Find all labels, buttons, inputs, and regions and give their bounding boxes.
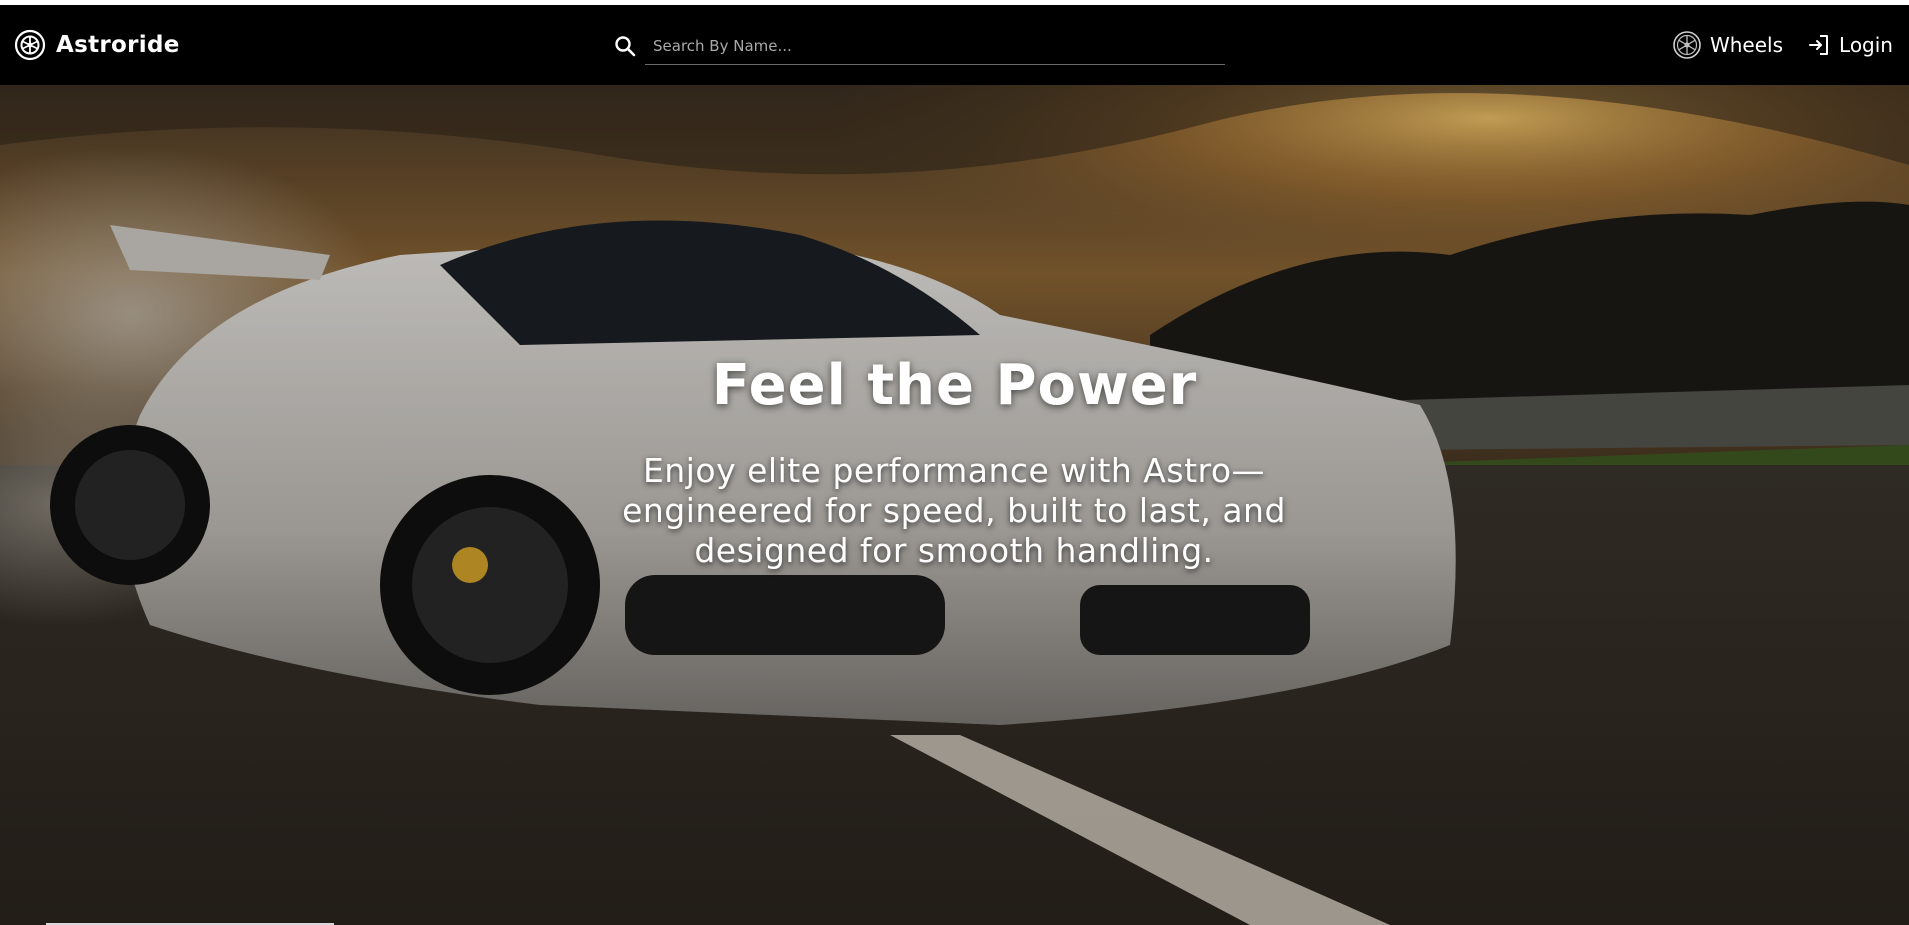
hero-subtitle: Enjoy elite performance with Astro—engin… [622, 451, 1286, 570]
nav-link-login-label: Login [1839, 33, 1893, 57]
nav-link-wheels-label: Wheels [1709, 33, 1784, 57]
wheel-logo-icon [14, 29, 46, 61]
wheel-icon [1673, 31, 1701, 59]
nav-links: Wheels Login [1672, 28, 1893, 62]
hero-section: Feel the Power Enjoy elite performance w… [0, 85, 1909, 925]
brand[interactable]: Astroride [14, 28, 180, 62]
hero-title: Feel the Power [711, 353, 1198, 418]
nav-link-login[interactable]: Login [1807, 33, 1893, 57]
search-input[interactable] [645, 27, 1225, 65]
login-icon [1809, 35, 1829, 55]
search-bar [613, 27, 1225, 65]
search-icon[interactable] [613, 34, 637, 58]
navbar: Astroride Wheels [0, 5, 1909, 85]
brand-name: Astroride [56, 32, 180, 58]
nav-link-wheels[interactable]: Wheels [1672, 30, 1783, 60]
